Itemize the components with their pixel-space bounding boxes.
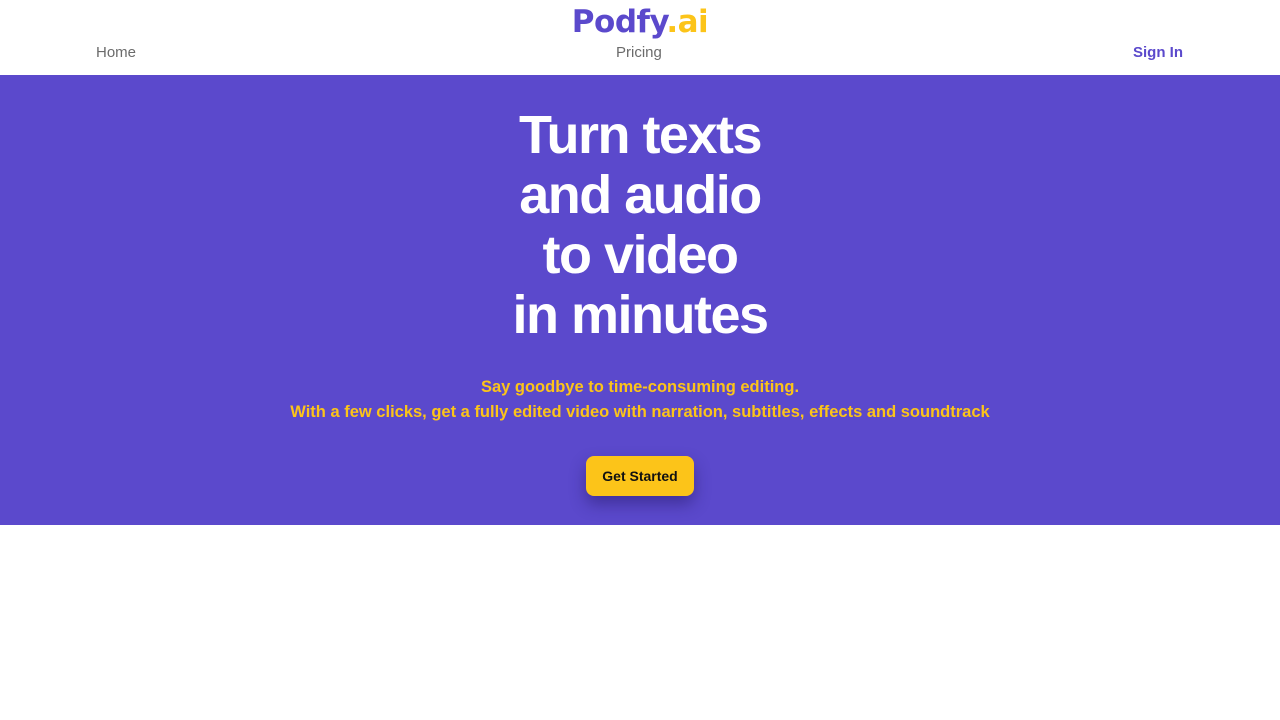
headline-line: to video	[542, 225, 739, 285]
site-logo[interactable]: Podfy.ai	[0, 2, 1280, 42]
headline-line: Turn texts	[518, 105, 763, 165]
subtitle-line: With a few clicks, get a fully edited vi…	[290, 403, 990, 421]
logo-brand-text: Podfy	[571, 4, 667, 40]
hero-headline: Turn texts and audio to video in minutes	[0, 105, 1280, 345]
hero-section: Turn texts and audio to video in minutes…	[0, 75, 1280, 525]
nav-home-link[interactable]: Home	[96, 43, 136, 63]
subtitle-line: Say goodbye to time-consuming editing.	[480, 378, 800, 396]
top-header: Podfy.ai Home Pricing Sign In	[0, 0, 1280, 75]
logo-tld-text: .ai	[666, 4, 709, 40]
headline-line: and audio	[519, 165, 762, 225]
nav-pricing-link[interactable]: Pricing	[616, 43, 662, 63]
get-started-button[interactable]: Get Started	[586, 456, 694, 496]
headline-line: in minutes	[512, 285, 769, 345]
hero-subtitle: Say goodbye to time-consuming editing. W…	[0, 375, 1280, 425]
sign-in-link[interactable]: Sign In	[1133, 43, 1183, 63]
